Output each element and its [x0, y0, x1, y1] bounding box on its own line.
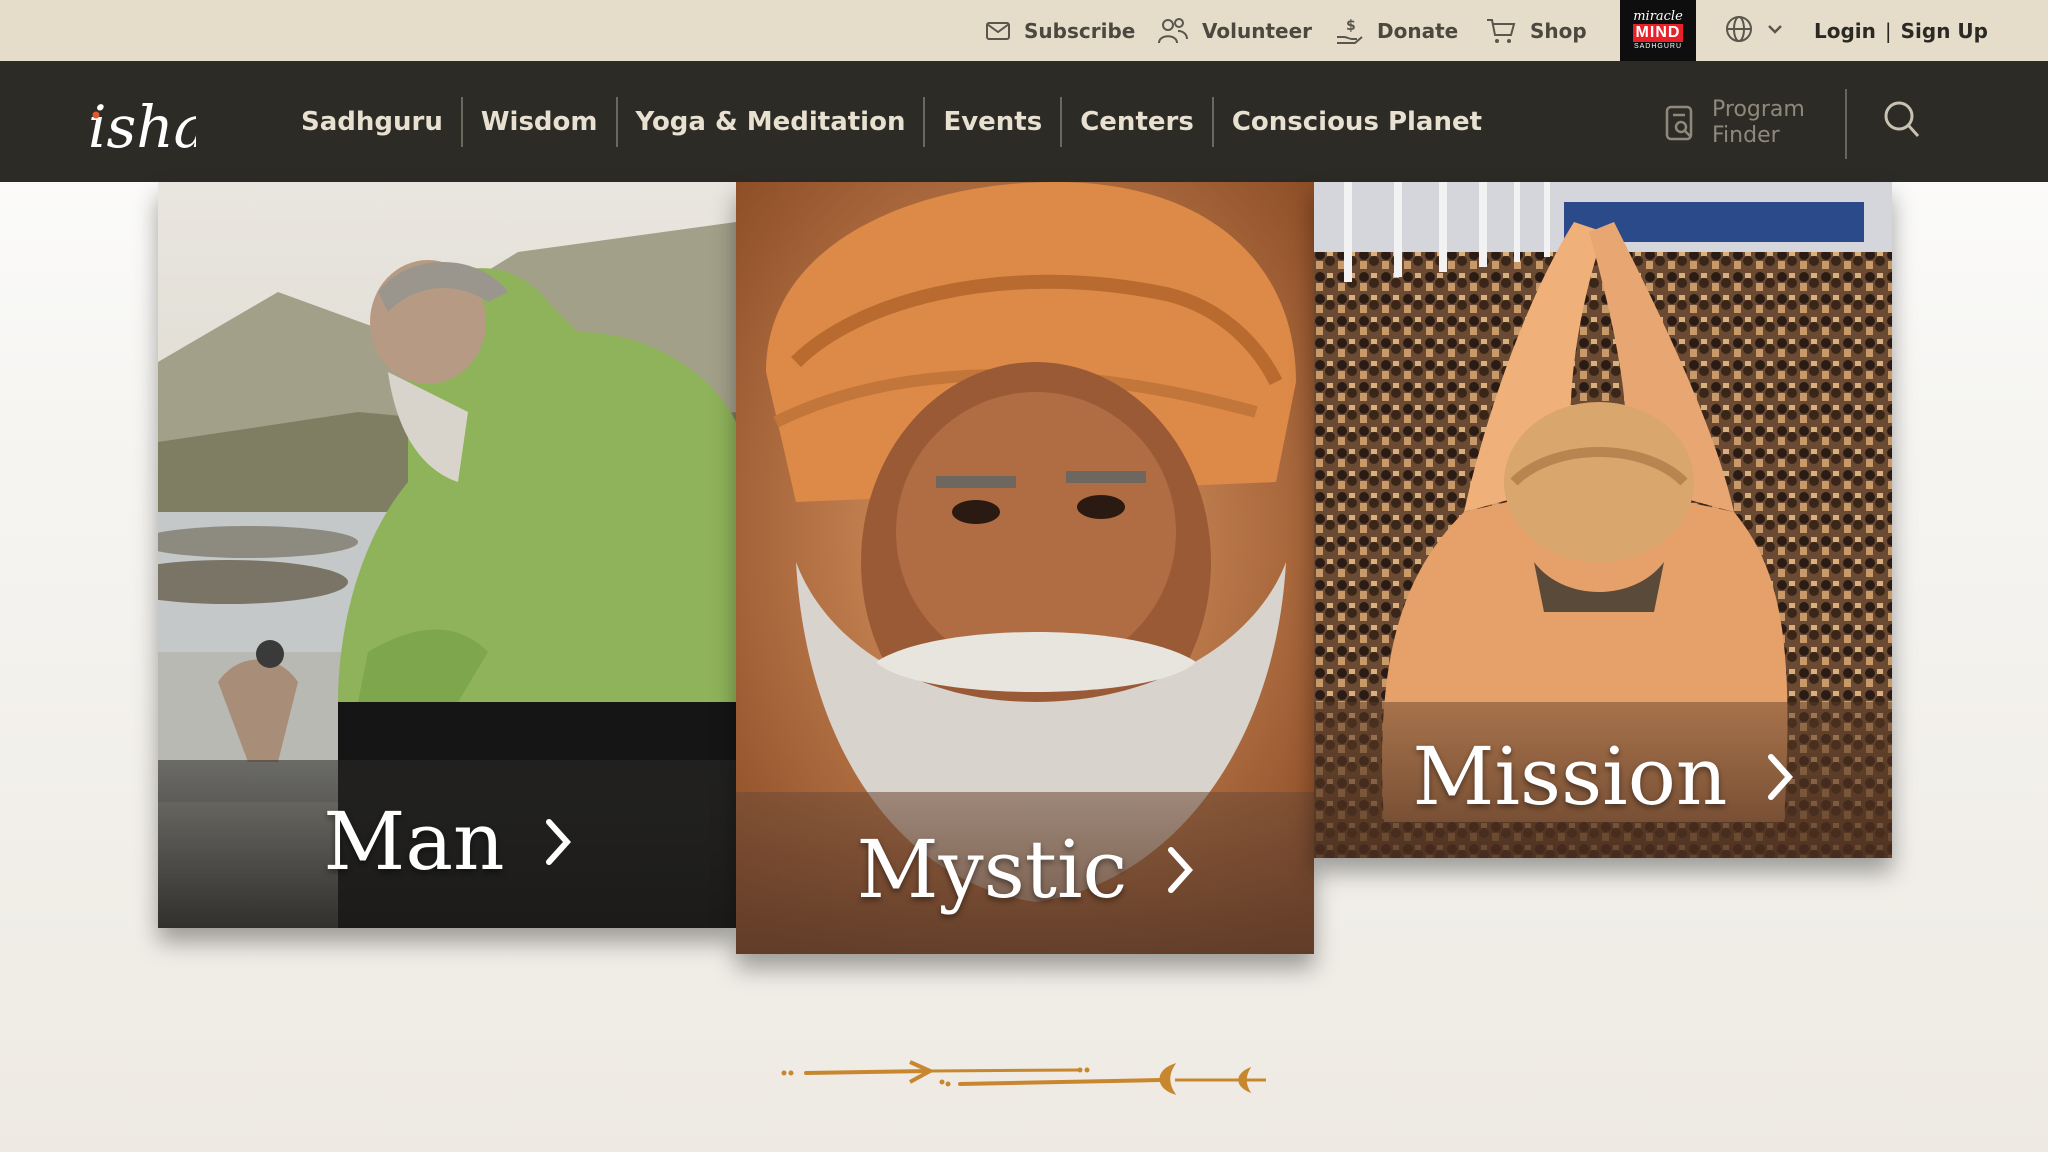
mail-icon	[986, 21, 1010, 40]
shop-label: Shop	[1530, 18, 1587, 43]
program-finder-line2: Finder	[1712, 123, 1780, 148]
miracle-of-mind-logo[interactable]: miracle MIND SADHGURU	[1620, 0, 1696, 61]
chevron-right-icon	[1168, 847, 1194, 893]
language-selector[interactable]	[1724, 14, 1784, 44]
logo-text: isha	[88, 93, 196, 161]
mm-logo-line1: miracle	[1633, 8, 1683, 24]
nav-events[interactable]: Events	[925, 97, 1063, 147]
subscribe-link[interactable]: Subscribe	[986, 0, 1135, 61]
donate-hand-icon: $	[1337, 18, 1363, 44]
main-nav: isha Sadhguru Wisdom Yoga & Meditation E…	[0, 61, 2048, 182]
people-icon	[1158, 17, 1188, 43]
mystic-label: Mystic	[856, 823, 1128, 916]
cart-icon	[1487, 18, 1516, 43]
chevron-right-icon	[545, 819, 571, 865]
man-label: Man	[323, 795, 505, 888]
nav-yoga-meditation[interactable]: Yoga & Meditation	[618, 97, 926, 147]
hero-card-mystic[interactable]: Mystic	[736, 182, 1314, 954]
hero-card-mission[interactable]: Mission	[1314, 182, 1892, 858]
volunteer-link[interactable]: Volunteer	[1158, 0, 1312, 61]
mission-label-overlay: Mission	[1314, 707, 1892, 847]
donate-label: Donate	[1377, 18, 1459, 43]
subscribe-label: Subscribe	[1024, 18, 1136, 43]
nav-centers[interactable]: Centers	[1062, 97, 1214, 147]
volunteer-label: Volunteer	[1202, 18, 1313, 43]
nav-sadhguru[interactable]: Sadhguru	[283, 97, 463, 147]
shop-link[interactable]: Shop	[1486, 0, 1587, 61]
chevron-down-icon	[1768, 25, 1782, 34]
program-finder-button[interactable]: Program Finder	[1664, 97, 1805, 149]
search-icon[interactable]	[1883, 100, 1921, 140]
program-finder-line1: Program	[1712, 97, 1805, 122]
mystic-label-overlay: Mystic	[736, 800, 1314, 940]
mission-label: Mission	[1412, 730, 1728, 823]
mm-logo-line3: SADHGURU	[1633, 42, 1683, 50]
nav-wisdom[interactable]: Wisdom	[463, 97, 618, 147]
donate-link[interactable]: $ Donate	[1335, 0, 1458, 61]
hero-card-man[interactable]: Man	[158, 182, 736, 928]
auth-links: Login | Sign Up	[1814, 0, 1988, 61]
man-label-overlay: Man	[158, 772, 736, 912]
program-finder-label: Program Finder	[1712, 97, 1805, 149]
nav-conscious-planet[interactable]: Conscious Planet	[1214, 97, 1500, 147]
utility-bar: Subscribe Volunteer $ Donate Shop miracl…	[0, 0, 2048, 61]
program-finder-icon	[1665, 105, 1693, 141]
svg-text:$: $	[1346, 18, 1356, 34]
ornamental-divider	[781, 1060, 1266, 1095]
chevron-right-icon	[1768, 754, 1794, 800]
isha-logo[interactable]: isha	[86, 81, 196, 161]
auth-separator: |	[1884, 18, 1892, 43]
nav-divider	[1845, 89, 1847, 159]
globe-icon	[1726, 16, 1752, 42]
mm-logo-line2: MIND	[1632, 23, 1684, 42]
signup-link[interactable]: Sign Up	[1901, 19, 1988, 43]
login-link[interactable]: Login	[1814, 19, 1876, 43]
primary-nav-links: Sadhguru Wisdom Yoga & Meditation Events…	[283, 97, 1500, 147]
